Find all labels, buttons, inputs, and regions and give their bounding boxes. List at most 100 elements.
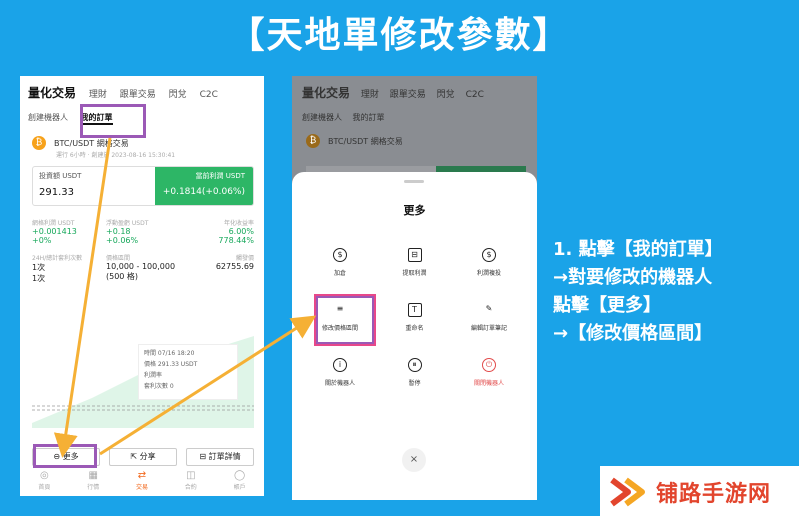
btc-icon: ₿ xyxy=(32,136,46,150)
tab-trade[interactable]: ⇄ 交易 xyxy=(136,470,148,496)
stat-sub: +0.06% xyxy=(106,236,139,245)
sheet-title: 更多 xyxy=(403,204,426,217)
chart-tooltip: 時間 07/16 18:20 價格 291.33 USDT 利潤率 套利次數 0 xyxy=(138,344,238,400)
top-nav-dimmed: 量化交易 理財 跟單交易 閃兌 C2C xyxy=(302,84,492,101)
nav-quant[interactable]: 量化交易 xyxy=(28,86,76,100)
stat-value: +0.001413 xyxy=(32,227,77,236)
highlight-more xyxy=(33,444,97,468)
profit-value: +0.1814(+0.06%) xyxy=(162,187,245,197)
bot-name: BTC/USDT 網格交易 xyxy=(328,136,403,146)
tooltip-line: 套利次數 0 xyxy=(144,383,174,390)
tab-label: 交易 xyxy=(135,484,148,491)
stat-value: 6.00% xyxy=(228,227,254,236)
stat-value: +0.18 xyxy=(106,227,131,236)
left-phone-screen: 量化交易 理財 跟單交易 閃兌 C2C 創建機器人 我的訂單 ₿ BTC/USD… xyxy=(20,76,264,496)
nav-convert: 閃兌 xyxy=(436,90,455,100)
stat-label: 年化收益率 xyxy=(223,220,254,227)
tab-markets[interactable]: ▦ 行情 xyxy=(87,470,99,496)
dollar-icon: $ xyxy=(482,248,496,262)
stat-sub: +0% xyxy=(32,236,52,245)
markets-icon: ▦ xyxy=(88,470,98,481)
nav-c2c[interactable]: C2C xyxy=(200,90,218,100)
share-button[interactable]: ⇱ 分享 xyxy=(109,448,177,466)
nav-finance: 理財 xyxy=(360,90,379,100)
withdraw-profit-button[interactable]: ⊟ 提取利潤 xyxy=(383,248,447,277)
nav-quant: 量化交易 xyxy=(302,86,351,100)
tooltip-line: 價格 291.33 USDT xyxy=(144,361,198,368)
stat-sub: 778.44% xyxy=(218,236,254,245)
option-label: 關於機器人 xyxy=(324,380,355,387)
option-label: 加倉 xyxy=(333,270,346,277)
tab-home[interactable]: ◎ 首頁 xyxy=(38,470,50,496)
instruction-line: →對要修改的機器人 xyxy=(553,267,713,288)
futures-icon: ◫ xyxy=(186,470,196,481)
option-label: 重命名 xyxy=(405,325,424,332)
sub-nav-dimmed: 創建機器人 我的訂單 xyxy=(302,112,393,123)
stat-value: 1次 xyxy=(32,263,46,272)
tab-futures[interactable]: ◫ 合約 xyxy=(185,470,197,496)
stat-label: 24H/總計套利次數 xyxy=(32,255,83,262)
instruction-line: →【修改價格區間】 xyxy=(553,323,713,344)
tooltip-line: 時間 07/16 18:20 xyxy=(144,350,195,357)
info-icon: i xyxy=(333,358,347,372)
nav-c2c: C2C xyxy=(465,90,484,100)
bot-header[interactable]: ₿ BTC/USDT 網格交易 xyxy=(32,136,129,150)
bottom-tabbar: ◎ 首頁 ▦ 行情 ⇄ 交易 ◫ 合約 ◯ 帳戶 xyxy=(20,470,264,496)
page-title: 【天地單修改參數】 xyxy=(228,15,571,56)
option-label: 暫停 xyxy=(408,380,421,387)
highlight-my-orders xyxy=(80,104,146,138)
stat-label: 觸發價 xyxy=(235,255,254,262)
close-bot-button[interactable]: ⏻ 關閉機器人 xyxy=(457,358,521,387)
invest-label: 投資額 USDT xyxy=(39,172,82,180)
tooltip-line: 利潤率 xyxy=(144,372,163,379)
nav-convert[interactable]: 閃兌 xyxy=(169,90,187,100)
nav-copy: 跟單交易 xyxy=(389,90,426,100)
instruction-line: 1. 點擊【我的訂單】 xyxy=(553,239,723,260)
profit-label: 當前利潤 USDT xyxy=(195,172,245,180)
stat-sub: 1次 xyxy=(32,274,46,283)
tab-create-bot[interactable]: 創建機器人 xyxy=(28,113,68,122)
btc-icon: ₿ xyxy=(306,134,320,148)
stat-label: 浮動盈虧 USDT xyxy=(106,220,149,227)
right-phone-screen: 量化交易 理財 跟單交易 閃兌 C2C 創建機器人 我的訂單 ₿ BTC/USD… xyxy=(292,76,537,500)
tab-label: 行情 xyxy=(87,484,100,491)
close-sheet-button[interactable]: × xyxy=(402,448,426,472)
about-bot-button[interactable]: i 關於機器人 xyxy=(308,358,372,387)
tab-label: 首頁 xyxy=(38,484,51,491)
stats-grid: 網格利潤 USDT +0.001413 +0% 浮動盈虧 USDT +0.18 +0.0… xyxy=(32,218,254,288)
stat-label: 網格利潤 USDT xyxy=(32,220,75,227)
home-icon: ◎ xyxy=(40,470,49,481)
trade-icon: ⇄ xyxy=(137,470,147,481)
nav-finance[interactable]: 理財 xyxy=(89,90,107,100)
withdraw-icon: ⊟ xyxy=(407,248,422,262)
pause-button[interactable]: ⏸ 暫停 xyxy=(383,358,447,387)
power-icon: ⏻ xyxy=(482,358,496,372)
brand-watermark: 铺路手游网 xyxy=(600,466,799,516)
add-funds-button[interactable]: $ 加倉 xyxy=(308,248,372,277)
brand-name: 铺路手游网 xyxy=(656,482,772,507)
bot-name: BTC/USDT 網格交易 xyxy=(54,138,129,148)
tab-label: 帳戶 xyxy=(233,484,246,491)
tab-my-orders: 我的訂單 xyxy=(352,113,385,122)
top-nav: 量化交易 理財 跟單交易 閃兌 C2C xyxy=(28,84,256,106)
stat-value: 10,000 - 100,000 xyxy=(106,262,176,271)
tab-label: 合約 xyxy=(184,484,197,491)
rename-button[interactable]: T 重命名 xyxy=(383,303,447,332)
stat-sub: (500 格) xyxy=(106,272,139,281)
stat-value: 62755.69 xyxy=(215,262,254,271)
highlight-modify-range xyxy=(316,296,374,344)
order-detail-button[interactable]: ⊟ 訂單詳情 xyxy=(186,448,254,466)
account-icon: ◯ xyxy=(233,470,246,481)
bot-header-dimmed: ₿ BTC/USDT 網格交易 xyxy=(306,134,403,148)
sheet-handle[interactable] xyxy=(404,180,424,183)
option-label: 關閉機器人 xyxy=(473,380,504,387)
invest-value: 291.33 xyxy=(39,187,74,198)
reinvest-button[interactable]: $ 利潤複投 xyxy=(457,248,521,277)
instruction-line: 點擊【更多】 xyxy=(553,295,661,316)
instructions: 1. 點擊【我的訂單】 →對要修改的機器人 點擊【更多】 →【修改價格區間】 xyxy=(553,236,723,348)
nav-copy[interactable]: 跟單交易 xyxy=(120,90,156,100)
tab-account[interactable]: ◯ 帳戶 xyxy=(234,470,246,496)
option-label: 利潤複投 xyxy=(476,270,501,277)
pause-icon: ⏸ xyxy=(407,358,422,372)
edit-note-button[interactable]: ✎ 編輯訂單筆記 xyxy=(457,303,521,332)
